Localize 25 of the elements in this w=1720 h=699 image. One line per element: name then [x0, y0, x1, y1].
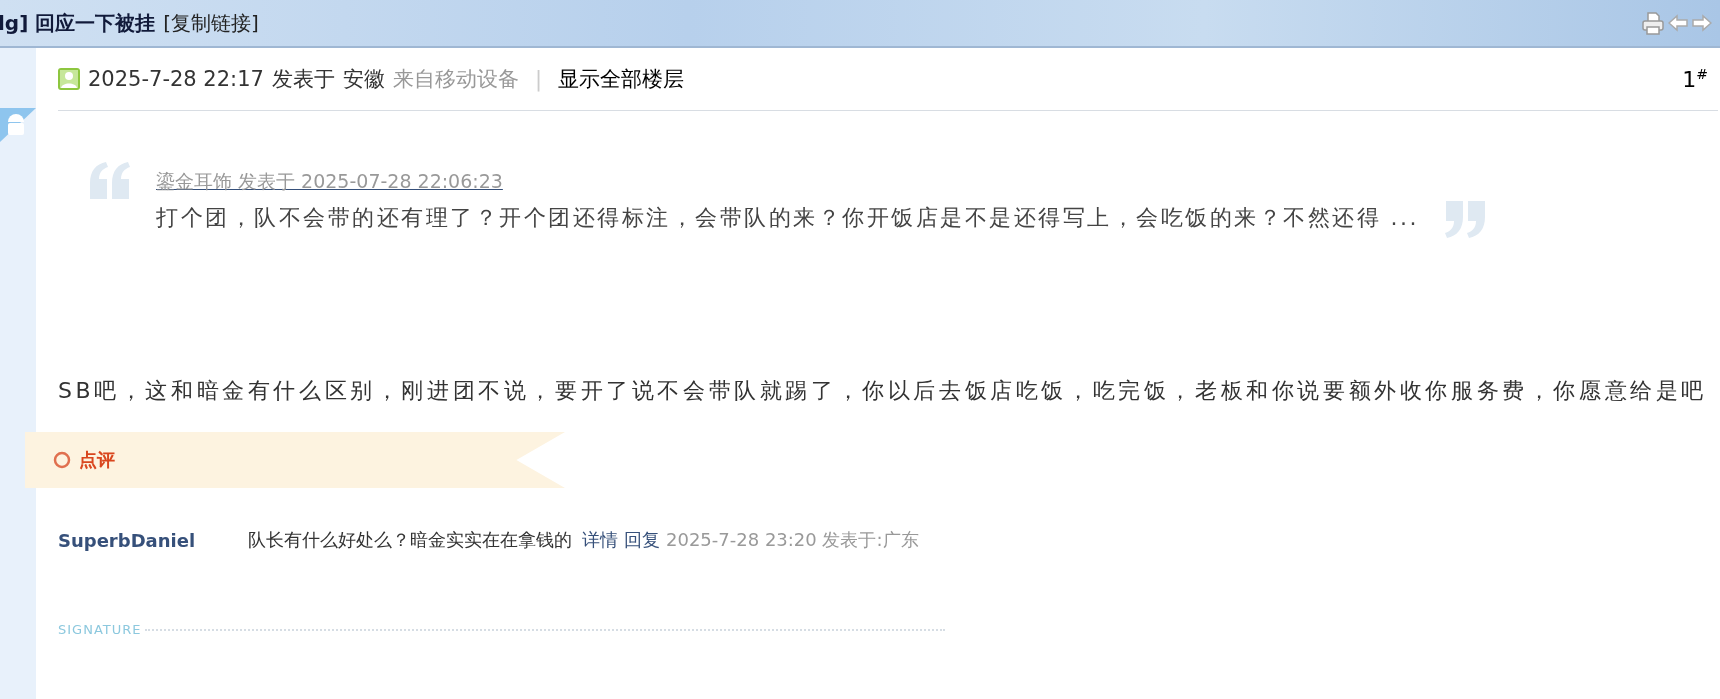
right-arrow-icon[interactable]: [1692, 14, 1712, 32]
post-body: SB吧，这和暗金有什么区别，刚进团不说，要开了说不会带队就踢了，你以后去饭店吃饭，吃完饭，老板和你说要额外收你服务费，你愿意给是吧: [58, 377, 1709, 405]
printer-icon[interactable]: [1642, 11, 1664, 35]
quote-text: 打个团，队不会带的还有理了？开个团还得标注，会带队的来？你开饭店是不是还得写上，会吃饭的来？不然还得 ...: [156, 204, 1419, 232]
post-datetime: 2025-7-28 22:17: [88, 67, 264, 91]
floor-number: 1$^{#}$: [1682, 65, 1708, 93]
posted-label: 发表于: [271, 66, 335, 93]
open-quote-icon: [88, 161, 132, 201]
show-all-floors-link[interactable]: 显示全部楼层: [557, 65, 684, 93]
left-arrow-icon[interactable]: [1668, 14, 1688, 32]
post-location: 安徽: [342, 66, 385, 93]
separator: |: [534, 67, 542, 91]
copy-link[interactable]: [复制链接]: [163, 9, 259, 37]
comment-username[interactable]: SuperbDaniel: [58, 529, 248, 551]
close-quote-icon: [1443, 199, 1487, 239]
reply-link[interactable]: 回复: [624, 528, 660, 552]
details-link[interactable]: 详情: [582, 528, 618, 552]
avatar-icon: [58, 68, 80, 90]
post-source: 来自移动设备: [392, 66, 519, 93]
circle-icon: [53, 451, 71, 469]
comment-meta: 2025-7-28 23:20 发表于:广东: [666, 528, 919, 552]
comment-text: 队长有什么好处么？暗金实实在在拿钱的: [248, 528, 572, 552]
comment-heading: 点评: [79, 448, 115, 472]
thread-title: lg] 回应一下被挂: [0, 9, 156, 37]
signature-label: SIGNATURE: [58, 622, 142, 637]
